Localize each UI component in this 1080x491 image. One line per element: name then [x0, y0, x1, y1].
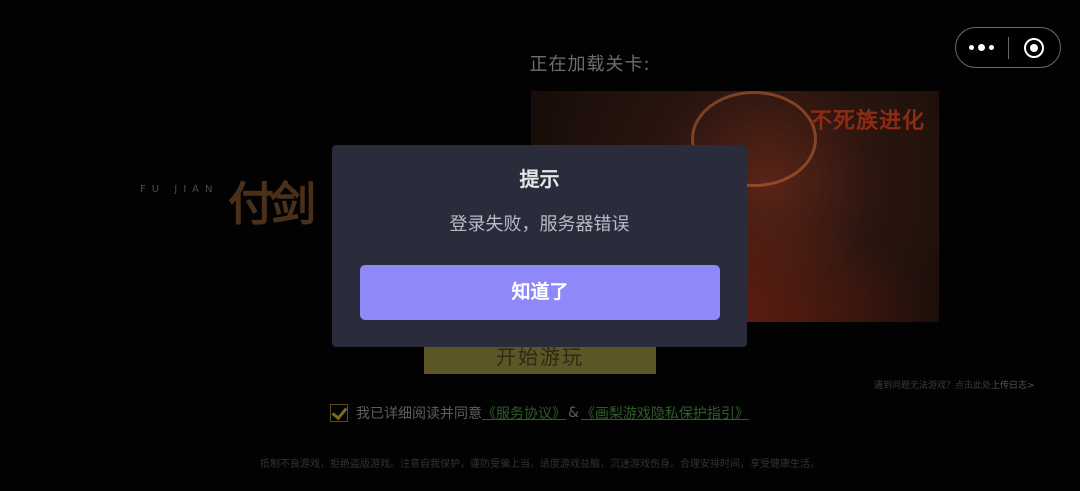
dialog-message: 登录失败，服务器错误	[449, 214, 630, 235]
more-dot	[978, 44, 986, 51]
error-dialog: 提示 登录失败，服务器错误 知道了	[332, 145, 747, 347]
logo-pinyin: FU JIAN	[140, 184, 219, 195]
dialog-confirm-button[interactable]: 知道了	[360, 265, 720, 320]
close-button[interactable]	[1008, 28, 1060, 67]
upload-log-prefix: 遇到问题无法游戏？点击此处	[874, 381, 992, 391]
upload-log-link[interactable]: 遇到问题无法游戏？点击此处上传日志>	[874, 378, 1035, 391]
logo-title: 付剑	[228, 177, 316, 231]
more-dot	[969, 45, 975, 50]
agreement-checkbox[interactable]	[330, 404, 348, 422]
health-notice: 抵制不良游戏，拒绝盗版游戏。注意自我保护，谨防受骗上当。适度游戏益脑，沉迷游戏伤…	[260, 459, 820, 470]
dialog-title: 提示	[519, 167, 560, 191]
service-agreement-link[interactable]: 《服务协议》	[482, 403, 566, 423]
agreement-text: 我已详细阅读并同意	[356, 406, 482, 422]
more-dots-icon[interactable]	[956, 28, 1008, 67]
privacy-policy-link[interactable]: 《画梨游戏隐私保护指引》	[581, 403, 749, 423]
agreement-row: 我已详细阅读并同意 《服务协议》 & 《画梨游戏隐私保护指引》	[330, 402, 749, 424]
mini-program-capsule	[955, 27, 1061, 68]
target-close-icon	[1024, 37, 1045, 58]
loading-level-label: 正在加载关卡:	[529, 54, 651, 75]
ampersand: &	[568, 405, 579, 421]
upload-log-label[interactable]: 上传日志>	[991, 381, 1035, 391]
more-dot	[989, 45, 995, 50]
banner-title: 不死族进化	[809, 109, 925, 134]
game-logo: FU JIAN 付剑	[140, 160, 360, 240]
